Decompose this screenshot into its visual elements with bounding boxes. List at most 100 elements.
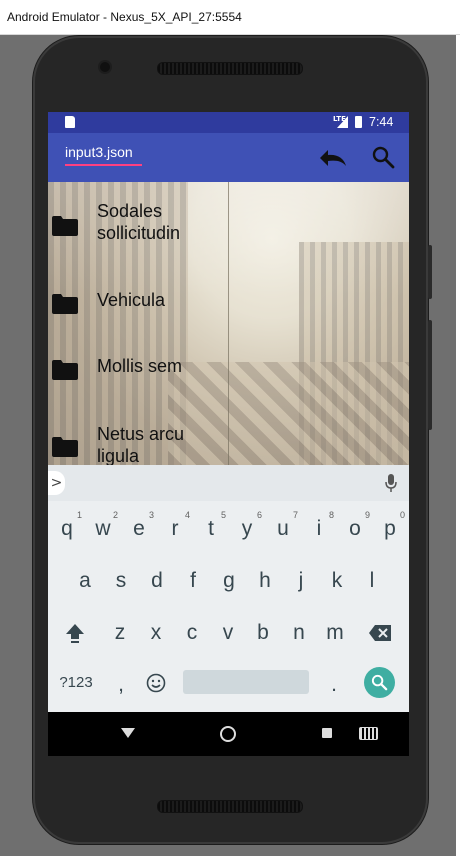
list-item-label: Vehicula [97, 290, 166, 310]
key-q[interactable]: q1 [51, 509, 83, 549]
key-hint: 2 [112, 510, 118, 520]
key-b[interactable]: b [247, 613, 279, 653]
key-n[interactable]: n [283, 613, 315, 653]
volume-button[interactable] [428, 320, 432, 430]
key-label: o [349, 517, 361, 540]
sd-card-icon [65, 116, 75, 128]
emoji-key[interactable] [140, 663, 172, 703]
back-icon[interactable] [121, 728, 135, 738]
soft-keyboard: > q1 w2 e3 r4 t5 y6 u7 i8 o9 p0 a s d f … [48, 465, 409, 712]
period-key[interactable]: . [318, 665, 350, 705]
key-i[interactable]: i8 [303, 509, 335, 549]
folder-list: Sodales sollicitudin Vehicula Mollis sem… [48, 182, 409, 465]
key-label: t [208, 517, 214, 540]
key-label: m [326, 621, 344, 644]
backspace-icon [369, 625, 391, 641]
key-h[interactable]: h [249, 561, 281, 601]
search-action-key[interactable] [364, 667, 395, 698]
key-label: n [293, 621, 305, 644]
backspace-key[interactable] [364, 613, 396, 653]
key-t[interactable]: t5 [195, 509, 227, 549]
key-label: z [114, 621, 126, 644]
expand-suggestions-button[interactable]: > [48, 471, 65, 495]
front-camera [100, 62, 110, 72]
symbols-key[interactable]: ?123 [56, 663, 96, 703]
list-item[interactable]: Netus arcu ligula [48, 420, 228, 465]
key-label: e [133, 517, 145, 540]
folder-icon [52, 216, 78, 236]
key-u[interactable]: u7 [267, 509, 299, 549]
key-a[interactable]: a [69, 561, 101, 601]
key-label: k [331, 569, 343, 592]
emulator-title-bar: Android Emulator - Nexus_5X_API_27:5554 [0, 0, 460, 35]
power-button[interactable] [428, 245, 432, 299]
list-item-label: Netus arcu ligula [97, 424, 185, 465]
key-hint: 4 [184, 510, 190, 520]
key-d[interactable]: d [141, 561, 173, 601]
key-w[interactable]: w2 [87, 509, 119, 549]
battery-icon [355, 116, 362, 128]
key-label: x [150, 621, 162, 644]
key-l[interactable]: l [356, 561, 388, 601]
window-edge [456, 35, 460, 856]
list-item[interactable]: Mollis sem [48, 352, 228, 392]
app-bar: input3.json [48, 133, 409, 182]
key-hint: 6 [256, 510, 262, 520]
key-o[interactable]: o9 [339, 509, 371, 549]
key-label: i [316, 517, 322, 540]
signal-icon [337, 116, 348, 128]
key-r[interactable]: r4 [159, 509, 191, 549]
top-speaker [157, 62, 303, 75]
folder-icon [52, 437, 78, 457]
window-title: Android Emulator - Nexus_5X_API_27:5554 [7, 10, 242, 24]
comma-key[interactable]: , [105, 665, 137, 705]
key-label: , [118, 673, 124, 696]
key-j[interactable]: j [285, 561, 317, 601]
list-item-label: Mollis sem [97, 356, 183, 376]
key-label: u [277, 517, 289, 540]
recents-icon[interactable] [322, 728, 332, 738]
shift-key[interactable] [59, 613, 91, 653]
keyboard-switch-icon[interactable] [359, 727, 378, 740]
space-key[interactable] [183, 670, 309, 694]
key-p[interactable]: p0 [374, 509, 406, 549]
undo-icon[interactable] [318, 146, 348, 170]
search-icon [371, 674, 388, 691]
key-hint: 7 [292, 510, 298, 520]
suggestion-strip: > [48, 465, 409, 501]
key-f[interactable]: f [177, 561, 209, 601]
key-label: b [257, 621, 269, 644]
key-label: s [115, 569, 127, 592]
key-e[interactable]: e3 [123, 509, 155, 549]
status-bar: LTE 7:44 [48, 112, 409, 133]
key-label: r [171, 517, 179, 540]
microphone-icon[interactable] [385, 474, 397, 492]
key-label: y [241, 517, 253, 540]
shift-icon [66, 624, 84, 643]
key-k[interactable]: k [321, 561, 353, 601]
emoji-icon [146, 673, 166, 693]
key-label: d [151, 569, 163, 592]
key-c[interactable]: c [176, 613, 208, 653]
key-g[interactable]: g [213, 561, 245, 601]
key-label: c [186, 621, 198, 644]
list-item[interactable]: Sodales sollicitudin [48, 196, 228, 252]
key-m[interactable]: m [319, 613, 351, 653]
key-label: l [369, 569, 375, 592]
key-label: h [259, 569, 271, 592]
key-hint: 3 [148, 510, 154, 520]
key-label: g [223, 569, 235, 592]
key-y[interactable]: y6 [231, 509, 263, 549]
key-label: a [79, 569, 91, 592]
key-z[interactable]: z [104, 613, 136, 653]
key-v[interactable]: v [212, 613, 244, 653]
key-hint: 8 [328, 510, 334, 520]
folder-icon [52, 360, 78, 380]
list-item[interactable]: Vehicula [48, 286, 228, 326]
key-x[interactable]: x [140, 613, 172, 653]
home-icon[interactable] [220, 726, 236, 742]
key-s[interactable]: s [105, 561, 137, 601]
key-label: p [384, 517, 396, 540]
search-icon[interactable] [371, 145, 395, 169]
file-name-field[interactable]: input3.json [65, 144, 133, 160]
